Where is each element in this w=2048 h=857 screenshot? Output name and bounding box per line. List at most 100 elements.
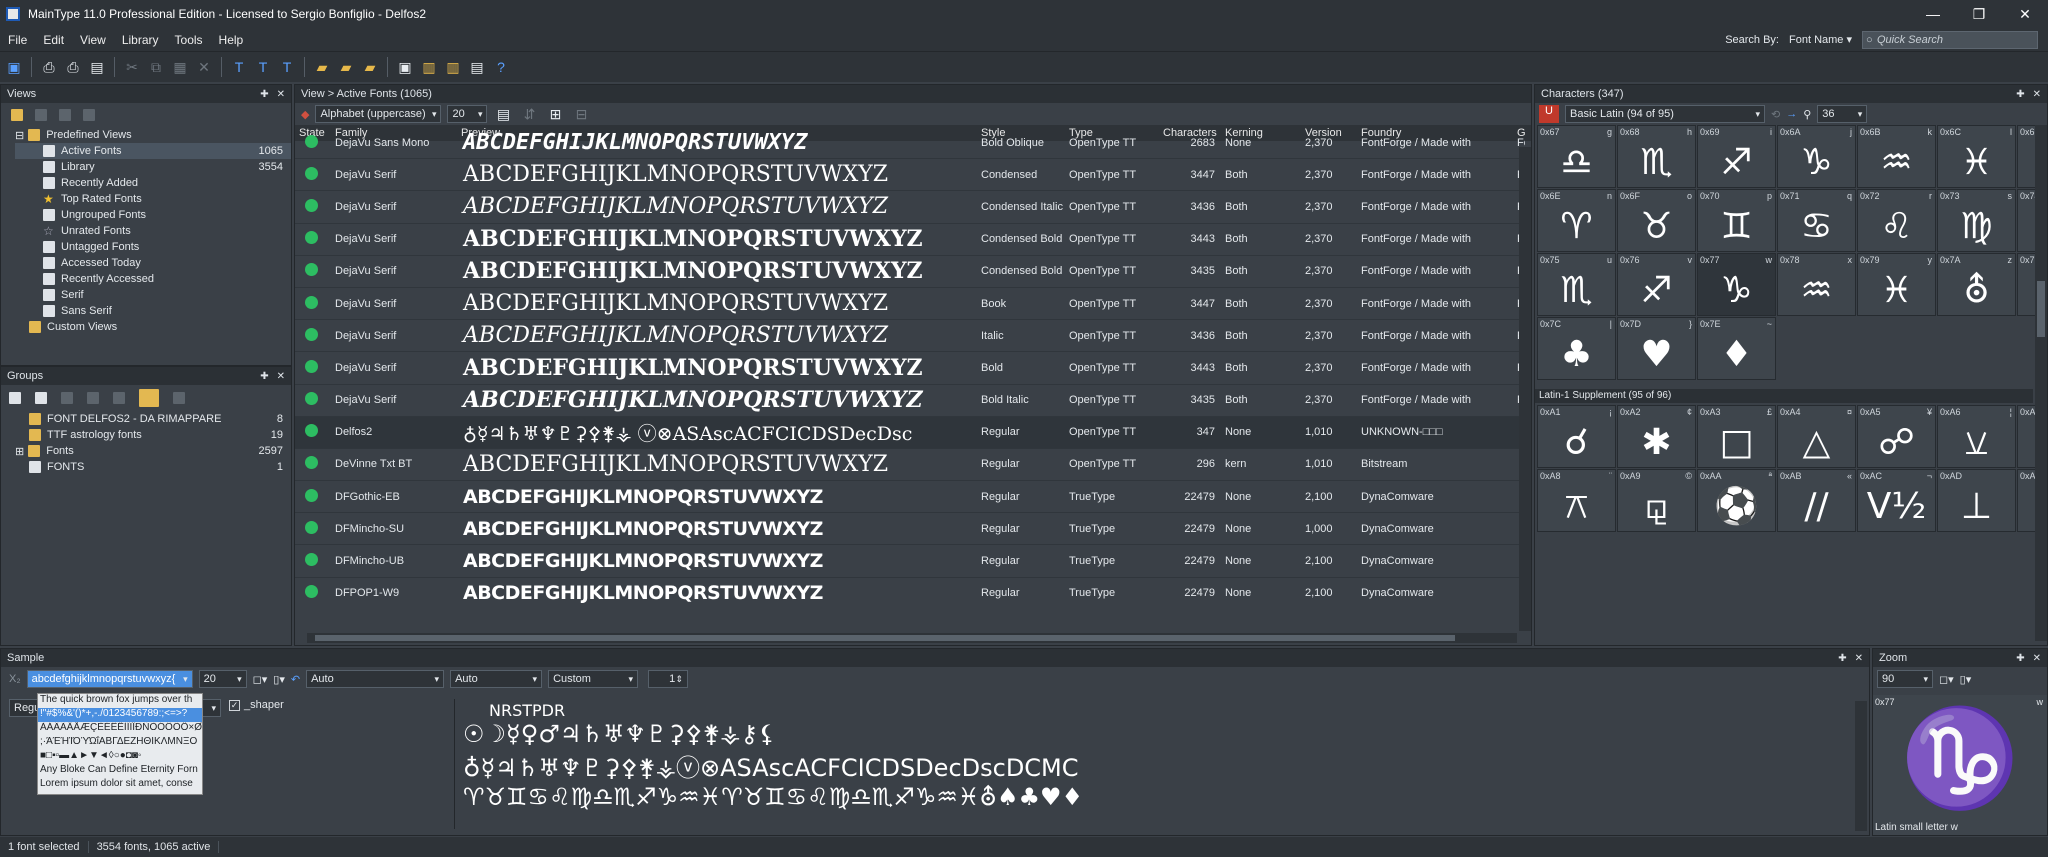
- font-row[interactable]: DejaVu Serif ABCDEFGHIJKLMNOPQRSTUVWXYZ Co…: [295, 191, 1531, 224]
- copy-icon[interactable]: ⧉: [146, 57, 166, 77]
- group-folder-icon[interactable]: [139, 389, 159, 407]
- auto1-select[interactable]: Auto ▾: [306, 670, 445, 688]
- copy-view-icon[interactable]: [59, 109, 71, 121]
- save-icon[interactable]: ▣: [4, 57, 24, 77]
- background-color-swatch[interactable]: ▯▾: [273, 673, 285, 686]
- close-icon[interactable]: ✕: [2033, 653, 2041, 664]
- pin-icon[interactable]: ✚: [2016, 653, 2024, 664]
- add-column-icon[interactable]: ⊞: [545, 104, 565, 124]
- char-cell[interactable]: 0x6E n ♈: [1537, 189, 1616, 252]
- active-status-icon[interactable]: [305, 327, 318, 341]
- sort-icon[interactable]: ⇵: [519, 104, 539, 124]
- char-size-select[interactable]: 36 ▾: [1817, 105, 1868, 123]
- tree-custom-views[interactable]: Custom Views: [15, 319, 291, 335]
- tree-recently-accessed[interactable]: Recently Accessed: [15, 271, 291, 287]
- tree-recently-added[interactable]: Recently Added: [15, 175, 291, 191]
- font-row[interactable]: DejaVu Serif ABCDEFGHIJKLMNOPQRSTUVWXYZ It…: [295, 320, 1531, 353]
- print-preview-icon[interactable]: ⎙: [63, 57, 83, 77]
- prev-range-icon[interactable]: ⟲: [1771, 108, 1780, 121]
- quick-search-input[interactable]: ○ Quick Search: [1862, 30, 2038, 49]
- font-row[interactable]: Delfos2 ♁☿♃♄♅♆♇⚳⚴⚵⚶ ⓥ⊗ASAscACFCICDSDecDsc…: [295, 416, 1531, 449]
- char-cell[interactable]: 0x7D} ♥: [1617, 317, 1696, 380]
- next-range-icon[interactable]: →: [1786, 108, 1797, 120]
- group-fonts-upper[interactable]: FONTS 1: [15, 459, 291, 475]
- close-icon[interactable]: ✕: [2033, 89, 2041, 100]
- char-cell[interactable]: 0x72 r ♌: [1857, 189, 1936, 252]
- char-cell[interactable]: 0xA5 ¥ ☍: [1857, 405, 1936, 468]
- font-list-scrollbar[interactable]: [1519, 147, 1531, 631]
- view-icon[interactable]: ▤: [467, 57, 487, 77]
- shaper-checkbox[interactable]: ✓: [229, 699, 240, 711]
- tree-library[interactable]: Library 3554: [15, 159, 291, 175]
- char-cell[interactable]: 0x67 g ♎: [1537, 125, 1616, 188]
- folder-open-icon[interactable]: ▰: [336, 57, 356, 77]
- direction-icon[interactable]: ↶: [291, 673, 300, 686]
- active-status-icon[interactable]: [305, 553, 318, 567]
- char-cell[interactable]: 0x6C l ♓: [1937, 125, 2016, 188]
- pin-icon[interactable]: ✚: [260, 89, 268, 100]
- menu-library[interactable]: Library: [114, 33, 167, 47]
- char-range-select[interactable]: Basic Latin (94 of 95) ▾: [1565, 105, 1765, 123]
- active-status-icon[interactable]: [305, 488, 318, 502]
- menu-file[interactable]: File: [0, 33, 35, 47]
- group-ttf-astrology[interactable]: TTF astrology fonts 19: [15, 427, 291, 443]
- active-status-icon[interactable]: [305, 392, 318, 406]
- sample-scrollbar[interactable]: [1855, 701, 1867, 831]
- zoom-bg-swatch[interactable]: ▯▾: [1960, 673, 1972, 686]
- close-icon[interactable]: ✕: [1855, 653, 1863, 664]
- characters-scrollbar[interactable]: [2035, 125, 2047, 641]
- char-cell[interactable]: 0xAD ⊥: [1937, 469, 2016, 532]
- activate-icon[interactable]: ▥: [419, 57, 439, 77]
- tree-serif[interactable]: Serif: [15, 287, 291, 303]
- active-status-icon[interactable]: [305, 166, 318, 180]
- install-icon[interactable]: ▣: [395, 57, 415, 77]
- menu-tools[interactable]: Tools: [167, 33, 211, 47]
- close-icon[interactable]: ✕: [277, 89, 285, 100]
- group-font-delfos2[interactable]: FONT DELFOS2 - DA RIMAPPARE 8: [15, 411, 291, 427]
- char-cell[interactable]: 0x70 p ♊: [1697, 189, 1776, 252]
- font-row[interactable]: DejaVu Serif ABCDEFGHIJKLMNOPQRSTUVWXYZ Bo…: [295, 385, 1531, 417]
- print-setup-icon[interactable]: ▤: [87, 57, 107, 77]
- char-cell[interactable]: 0x6F o ♉: [1617, 189, 1696, 252]
- font-row[interactable]: DejaVu Serif ABCDEFGHIJKLMNOPQRSTUVWXYZ Co…: [295, 159, 1531, 192]
- custom-select[interactable]: Custom ▾: [548, 670, 639, 688]
- deactivate-icon[interactable]: ▥: [443, 57, 463, 77]
- font-row[interactable]: DeVinne Txt BT ABCDEFGHIJKLMNOPQRSTUVWXYZ…: [295, 449, 1531, 482]
- char-cell[interactable]: 0x7A z ⛢: [1937, 253, 2016, 316]
- tree-untagged[interactable]: Untagged Fonts: [15, 239, 291, 255]
- delete-view-icon[interactable]: [83, 109, 95, 121]
- minimize-button[interactable]: —: [1910, 6, 1956, 23]
- char-cell[interactable]: 0xA4 ¤ △: [1777, 405, 1856, 468]
- group-tool-icon[interactable]: [87, 392, 99, 404]
- char-cell[interactable]: 0x79 y ♓: [1857, 253, 1936, 316]
- char-cell[interactable]: 0xA2 ¢ ✱: [1617, 405, 1696, 468]
- char-cell[interactable]: 0xA6 ¦ ⚺: [1937, 405, 2016, 468]
- dropdown-item[interactable]: The quick brown fox jumps over th: [38, 694, 202, 708]
- char-cell[interactable]: 0x71 q ♋: [1777, 189, 1856, 252]
- char-cell[interactable]: 0x7C | ♣: [1537, 317, 1616, 380]
- paste-icon[interactable]: ▦: [170, 57, 190, 77]
- active-status-icon[interactable]: [305, 585, 318, 599]
- pin-icon[interactable]: ✚: [1838, 653, 1846, 664]
- close-button[interactable]: ✕: [2002, 6, 2048, 23]
- char-cell[interactable]: 0xA8 ¨ ⚻: [1537, 469, 1616, 532]
- font-row[interactable]: DejaVu Serif ABCDEFGHIJKLMNOPQRSTUVWXYZ Co…: [295, 256, 1531, 288]
- group-tool-icon[interactable]: [113, 392, 125, 404]
- layout-icon[interactable]: ▤: [493, 104, 513, 124]
- group-fonts[interactable]: ⊞ Fonts 2597: [15, 443, 291, 459]
- char-cell[interactable]: 0x73 s ♍: [1937, 189, 2016, 252]
- char-cell[interactable]: 0x6A j ♑: [1777, 125, 1856, 188]
- tree-predefined-views[interactable]: ⊟ Predefined Views: [15, 127, 291, 143]
- char-cell[interactable]: 0x75 u ♏: [1537, 253, 1616, 316]
- delete-icon[interactable]: ✕: [194, 57, 214, 77]
- column-tool-icon[interactable]: ⊟: [571, 104, 591, 124]
- char-cell[interactable]: 0x69 i ♐: [1697, 125, 1776, 188]
- new-group-icon[interactable]: [9, 392, 21, 404]
- active-status-icon[interactable]: [305, 263, 318, 277]
- active-status-icon[interactable]: [305, 359, 318, 373]
- dropdown-item[interactable]: Any Bloke Can Define Eternity Forn: [38, 764, 202, 778]
- close-icon[interactable]: ✕: [277, 371, 285, 382]
- dropdown-item[interactable]: !"#$%&'()*+,-./0123456789:;<=>?: [38, 708, 202, 722]
- add-group-icon[interactable]: T: [277, 57, 297, 77]
- active-status-icon[interactable]: [305, 198, 318, 212]
